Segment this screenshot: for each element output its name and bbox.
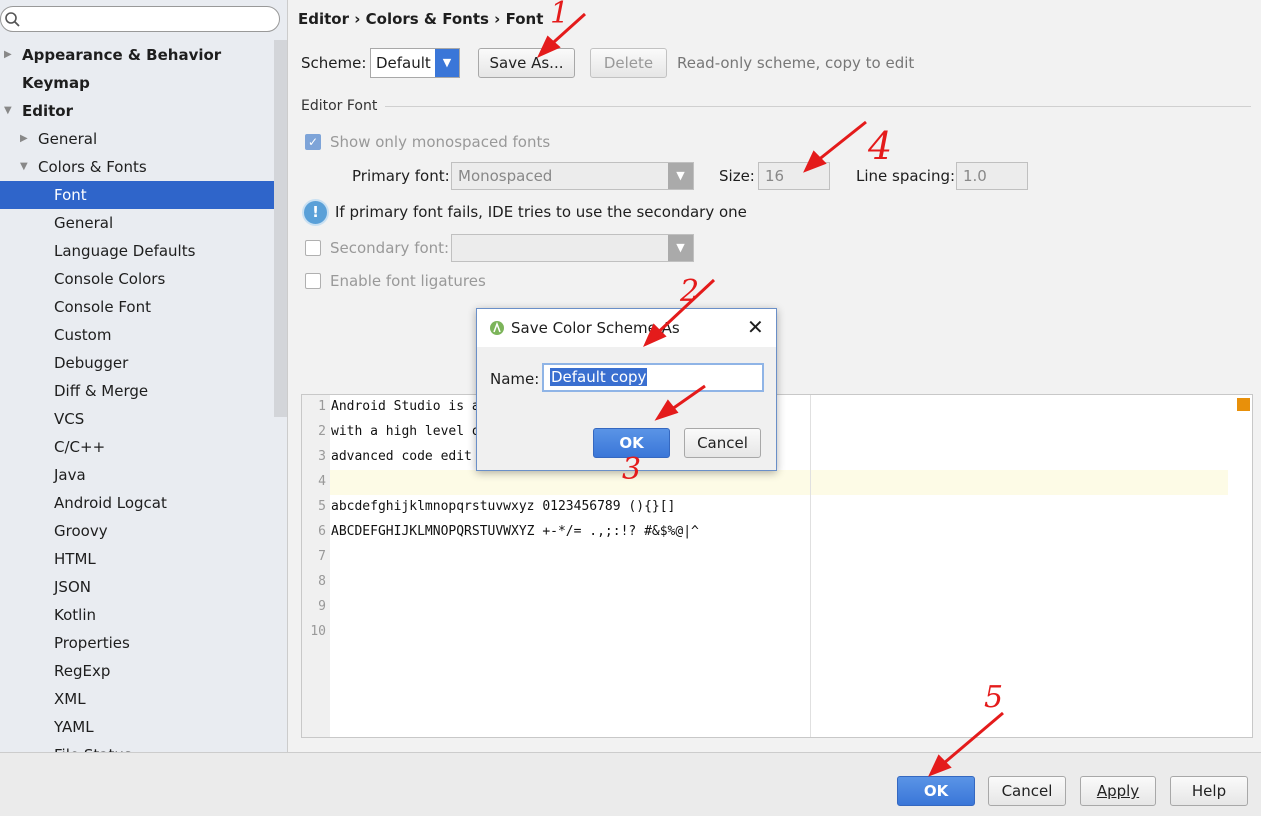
- annotation-2: 2: [680, 274, 700, 309]
- annotation-5: 5: [984, 680, 1004, 715]
- annotation-4: 4: [868, 124, 893, 168]
- annotation-arrowhead-3: [654, 399, 679, 421]
- annotation-1: 1: [550, 0, 570, 31]
- annotation-arrowhead-4: [803, 150, 827, 173]
- annotation-3: 3: [622, 452, 642, 487]
- annotation-arrow-5: [936, 711, 1004, 771]
- annotation-arrows: [536, 12, 1004, 777]
